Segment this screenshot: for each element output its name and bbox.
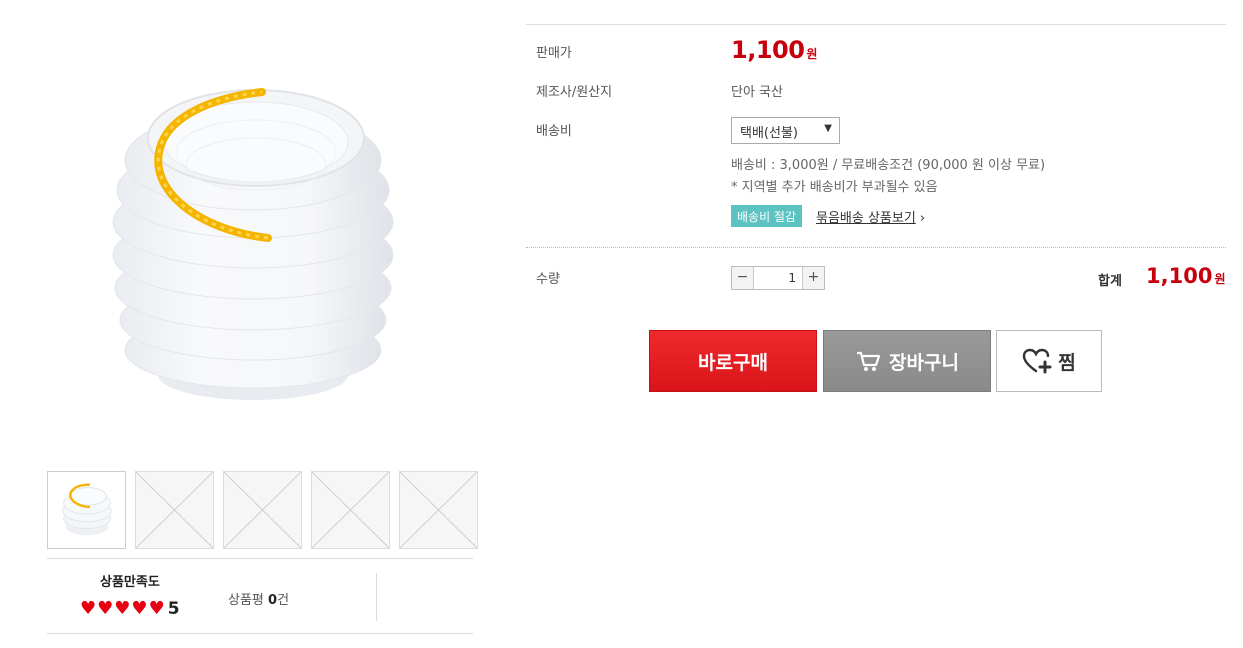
- thumbnail-4[interactable]: [311, 471, 390, 549]
- placeholder-image-icon: [400, 472, 477, 548]
- thumbnail-1[interactable]: [47, 471, 126, 549]
- bundle-link-label: 묶음배송 상품보기: [816, 211, 916, 226]
- satisfaction-hearts: ♥ ♥ ♥ ♥ ♥ 5: [80, 599, 180, 619]
- product-thumbnail-image: [62, 483, 112, 536]
- review-label-suffix: 건: [277, 593, 290, 608]
- add-to-cart-button[interactable]: 장바구니: [823, 330, 991, 392]
- heart-icon: ♥: [148, 598, 165, 619]
- maker-label: 제조사/원산지: [536, 85, 613, 100]
- placeholder-image-icon: [224, 472, 301, 548]
- heart-icon: ♥: [114, 598, 131, 619]
- dropdown-arrow-icon: ▼: [824, 123, 832, 134]
- maker-value: 단아 국산: [731, 85, 783, 100]
- divider: [526, 24, 1226, 25]
- total-currency: 원: [1214, 272, 1226, 286]
- sale-price: 1,100 원: [731, 36, 817, 64]
- thumbnail-list: [47, 471, 478, 549]
- shipping-label: 배송비: [536, 124, 572, 139]
- thumbnail-5[interactable]: [399, 471, 478, 549]
- shipping-saving-badge: 배송비 절감: [731, 205, 803, 227]
- satisfaction-score: 5: [167, 599, 180, 619]
- price-label: 판매가: [536, 46, 572, 61]
- placeholder-image-icon: [312, 472, 389, 548]
- heart-plus-icon: [1023, 348, 1052, 374]
- bundle-products-link[interactable]: 묶음배송 상품보기 ›: [816, 207, 925, 226]
- divider: [526, 247, 1226, 248]
- quantity-label: 수량: [536, 272, 560, 287]
- wishlist-button[interactable]: 찜: [996, 330, 1102, 392]
- total-label: 합계: [1098, 274, 1122, 289]
- sale-price-value: 1,100: [731, 36, 805, 64]
- buy-now-button[interactable]: 바로구매: [649, 330, 817, 392]
- satisfaction-box: 상품만족도 ♥ ♥ ♥ ♥ ♥ 5 상품평 0건: [47, 558, 473, 634]
- quantity-decrease-button[interactable]: −: [732, 267, 754, 289]
- placeholder-image-icon: [136, 472, 213, 548]
- review-label-prefix: 상품평: [228, 593, 269, 608]
- product-main-image: [48, 20, 475, 460]
- review-count: 0: [268, 593, 278, 608]
- quantity-stepper: − 1 +: [731, 266, 825, 290]
- chevron-right-icon: ›: [919, 211, 926, 226]
- quantity-increase-button[interactable]: +: [802, 267, 824, 289]
- total-price: 1,100 원: [1146, 264, 1225, 288]
- shipping-extra-note: * 지역별 추가 배송비가 부과될수 있음: [731, 180, 938, 195]
- quantity-input[interactable]: 1: [754, 267, 802, 289]
- wish-label: 찜: [1058, 351, 1076, 374]
- price-currency: 원: [806, 47, 817, 61]
- thumbnail-3[interactable]: [223, 471, 302, 549]
- cart-icon: [857, 351, 881, 371]
- heart-icon: ♥: [97, 598, 114, 619]
- total-price-value: 1,100: [1146, 264, 1213, 288]
- product-photo: [112, 88, 394, 400]
- divider: [376, 573, 377, 621]
- shipping-method-value: 택배(선불): [740, 126, 798, 141]
- buy-now-label: 바로구매: [698, 351, 768, 374]
- shipping-fee-desc: 배송비 : 3,000원 / 무료배송조건 (90,000 원 이상 무료): [731, 158, 1046, 173]
- cart-label: 장바구니: [889, 351, 959, 374]
- thumbnail-2[interactable]: [135, 471, 214, 549]
- heart-icon: ♥: [80, 598, 97, 619]
- shipping-method-select[interactable]: 택배(선불) ▼: [731, 117, 840, 144]
- review-count-link[interactable]: 상품평 0건: [228, 589, 289, 608]
- satisfaction-title: 상품만족도: [100, 575, 160, 590]
- heart-icon: ♥: [131, 598, 148, 619]
